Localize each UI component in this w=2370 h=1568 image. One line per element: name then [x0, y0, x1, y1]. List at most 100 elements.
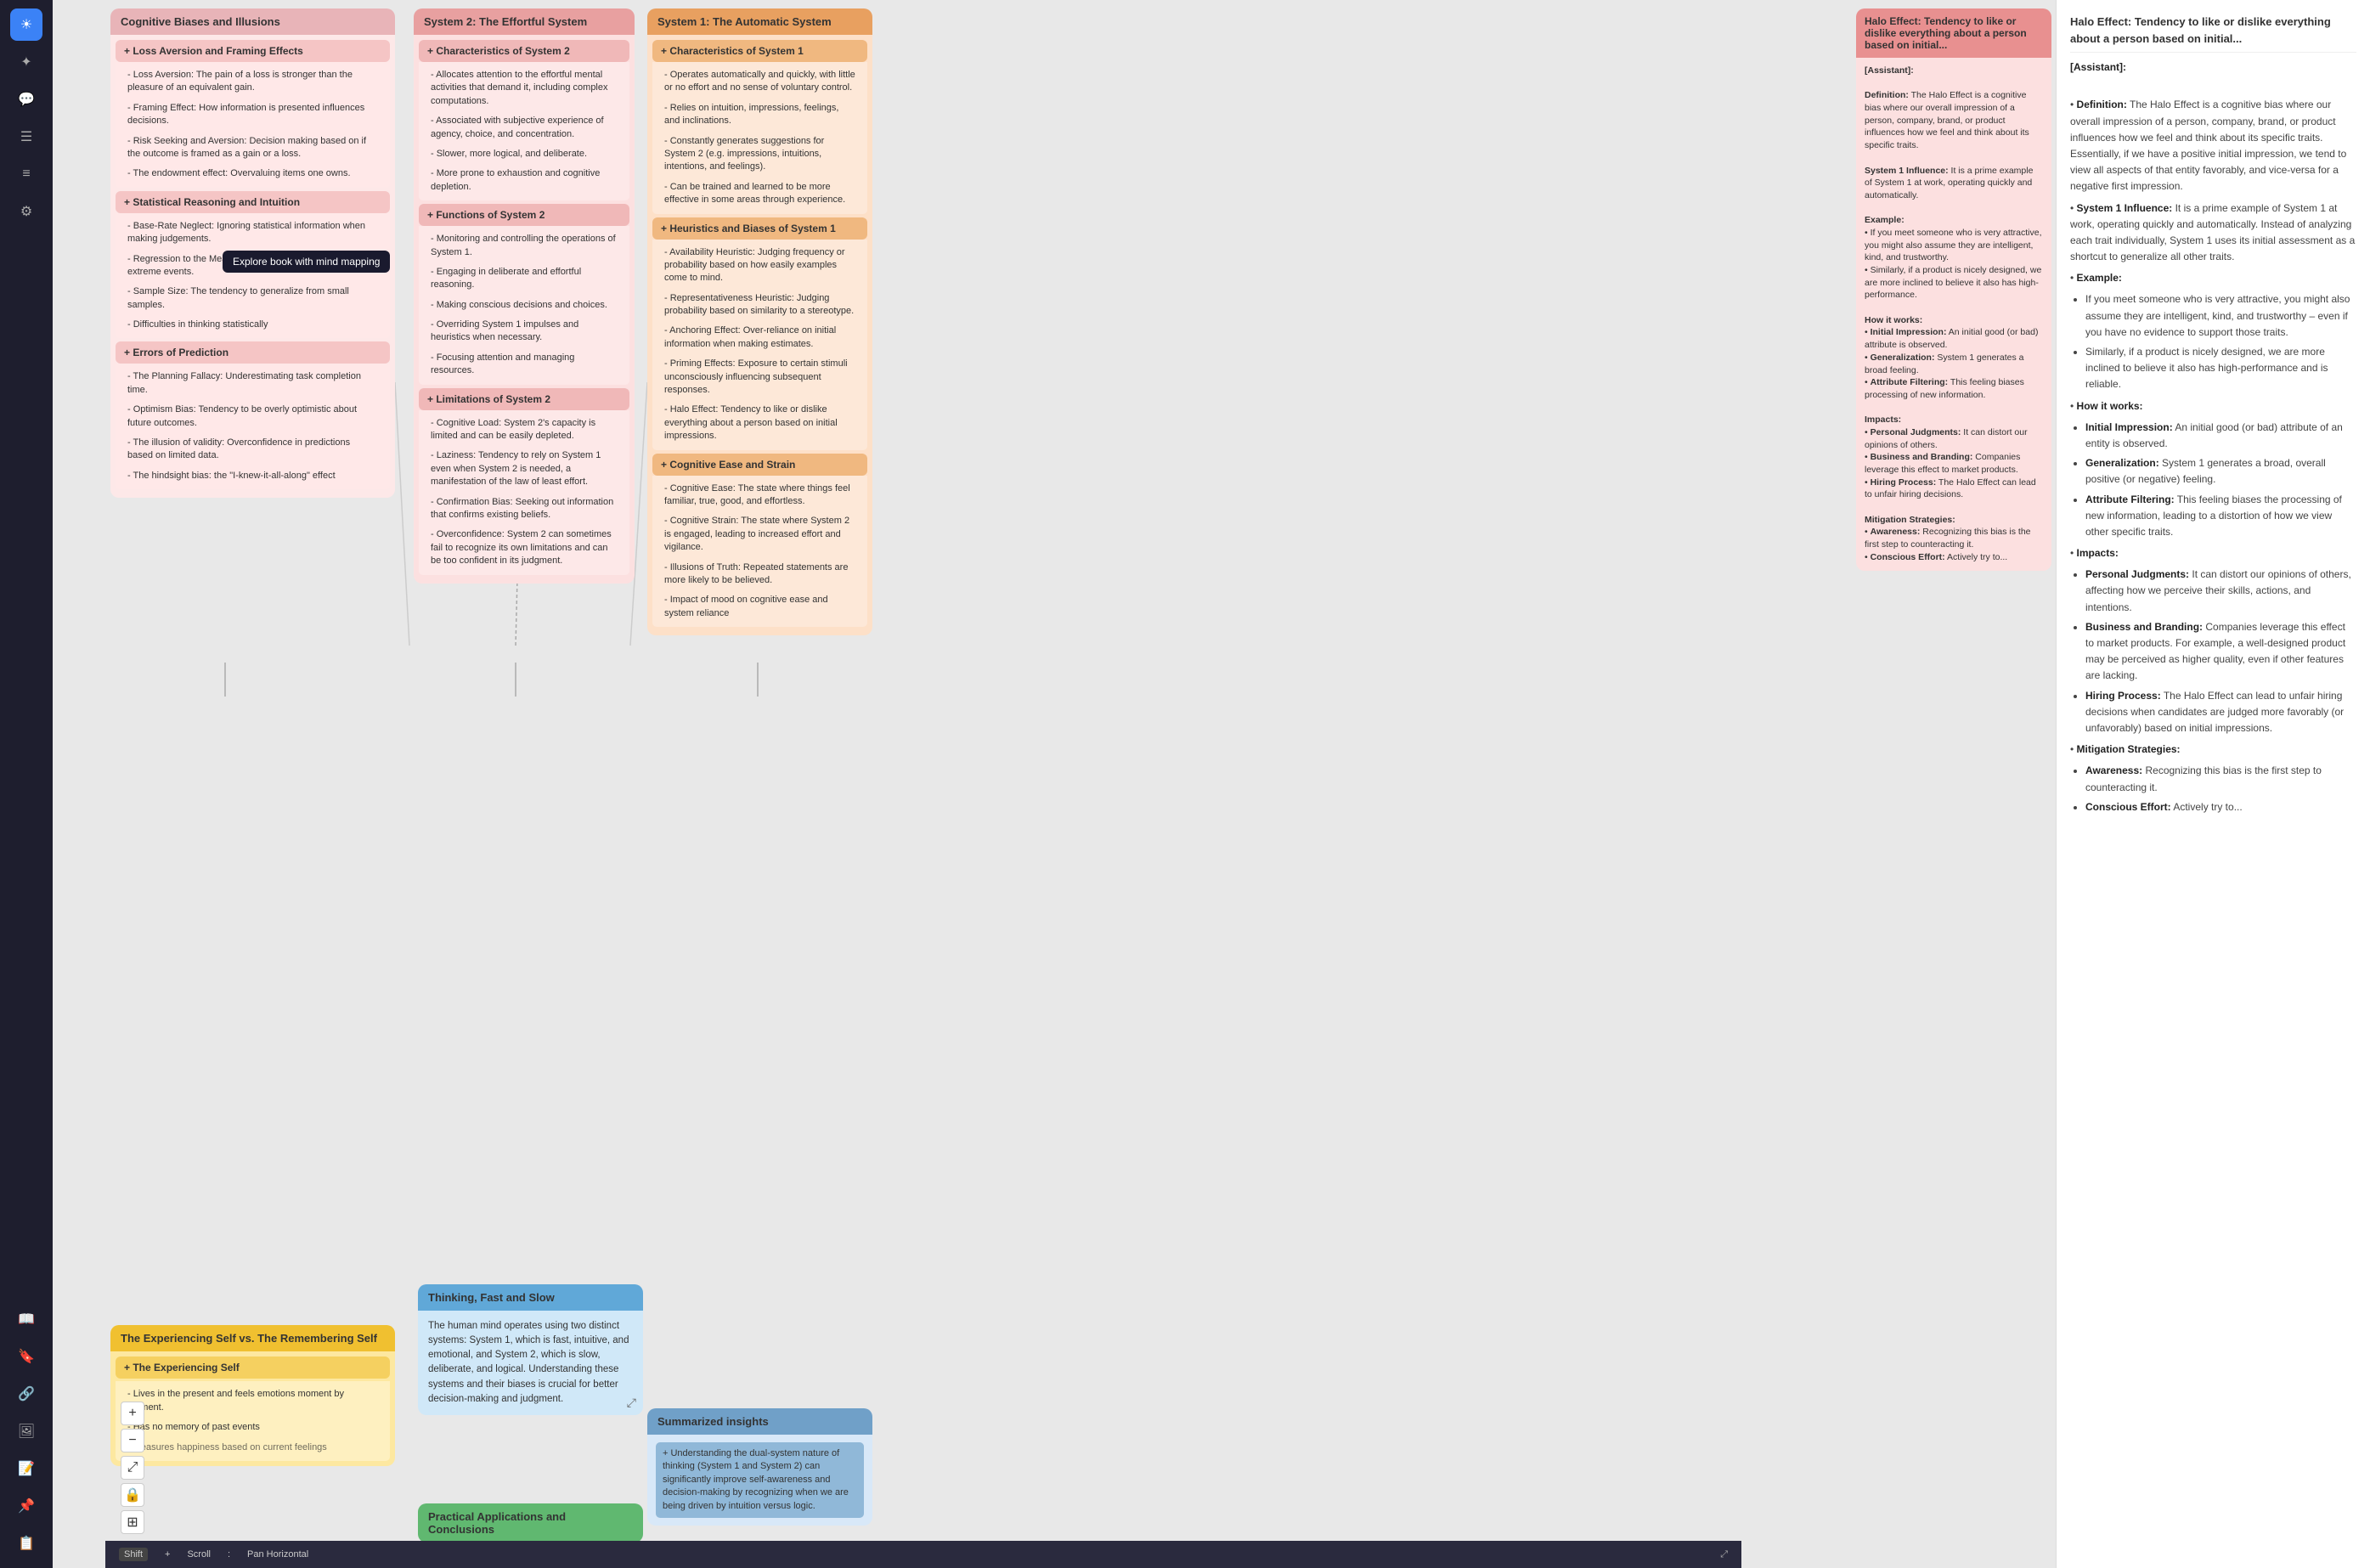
list-item: - Focusing attention and managing resour… [424, 348, 624, 381]
col3-section-3: + Cognitive Ease and Strain - Cognitive … [652, 454, 867, 628]
sidebar-icon-link[interactable]: 🔗 [10, 1378, 42, 1410]
list-item: - Slower, more logical, and deliberate. [424, 144, 624, 164]
tfs-header: Thinking, Fast and Slow [418, 1284, 643, 1311]
col2-header: System 2: The Effortful System [414, 8, 635, 35]
list-item: - Availability Heuristic: Judging freque… [657, 243, 862, 289]
list-item: - Making conscious decisions and choices… [424, 296, 624, 315]
insights-body: + Understanding the dual-system nature o… [647, 1435, 872, 1526]
col3-card: System 1: The Automatic System + Charact… [647, 8, 872, 635]
list-item: - Can be trained and learned to be more … [657, 178, 862, 211]
list-item: - The Planning Fallacy: Underestimating … [121, 367, 385, 400]
col3-section2-header[interactable]: + Heuristics and Biases of System 1 [652, 217, 867, 240]
right-panel: Halo Effect: Tendency to like or dislike… [2056, 0, 2370, 1568]
list-item: - Measures happiness based on current fe… [121, 1438, 385, 1458]
list-item: - Optimism Bias: Tendency to be overly o… [121, 400, 385, 433]
tfs-body: The human mind operates using two distin… [418, 1311, 643, 1416]
col2-section2-header[interactable]: + Functions of System 2 [419, 204, 629, 226]
halo-effect-card: Halo Effect: Tendency to like or dislike… [1856, 8, 2051, 571]
list-item: - Framing Effect: How information is pre… [121, 99, 385, 132]
sidebar-icon-book[interactable]: 📖 [10, 1303, 42, 1335]
experiencing-section-header[interactable]: + The Experiencing Self [116, 1356, 390, 1379]
list-item: - Halo Effect: Tendency to like or disli… [657, 400, 862, 446]
col3-body: + Characteristics of System 1 - Operates… [647, 35, 872, 635]
col1-section-3: + Errors of Prediction - The Planning Fa… [116, 341, 390, 489]
col3-section-2: + Heuristics and Biases of System 1 - Av… [652, 217, 867, 450]
list-item: - Loss Aversion: The pain of a loss is s… [121, 65, 385, 99]
right-panel-content: [Assistant]: • Definition: The Halo Effe… [2070, 59, 2356, 815]
list-item: - Associated with subjective experience … [424, 111, 624, 144]
list-item: - The hindsight bias: the "I-knew-it-all… [121, 466, 385, 486]
col2-card: System 2: The Effortful System + Charact… [414, 8, 635, 584]
col2-body: + Characteristics of System 2 - Allocate… [414, 35, 635, 584]
sidebar-icon-listalt[interactable]: 📋 [10, 1527, 42, 1560]
list-item: - Laziness: Tendency to rely on System 1… [424, 446, 624, 492]
list-item: - Relies on intuition, impressions, feel… [657, 99, 862, 132]
col2-section-1: + Characteristics of System 2 - Allocate… [419, 40, 629, 200]
col3-header: System 1: The Automatic System [647, 8, 872, 35]
list-item: - Has no memory of past events [121, 1418, 385, 1437]
zoom-controls: + − ⤢ 🔒 ⊞ [121, 1402, 144, 1534]
sidebar-icon-chat[interactable]: 💬 [10, 83, 42, 116]
col3-section1-items: - Operates automatically and quickly, wi… [652, 62, 867, 214]
experiencing-header: The Experiencing Self vs. The Rememberin… [110, 1325, 395, 1351]
halo-effect-header: Halo Effect: Tendency to like or dislike… [1856, 8, 2051, 58]
tooltip: Explore book with mind mapping [223, 251, 390, 273]
col3-section1-header[interactable]: + Characteristics of System 1 [652, 40, 867, 62]
list-item: - Engaging in deliberate and effortful r… [424, 262, 624, 296]
experiencing-body: + The Experiencing Self - Lives in the p… [110, 1351, 395, 1466]
hint-bar: Shift + Scroll : Pan Horizontal ⤢ [105, 1541, 1741, 1568]
expand-icon[interactable]: ⤢ [627, 1396, 636, 1410]
col1-section2-header[interactable]: + Statistical Reasoning and Intuition [116, 191, 390, 213]
list-item: - Cognitive Load: System 2's capacity is… [424, 414, 624, 447]
col3-section2-items: - Availability Heuristic: Judging freque… [652, 240, 867, 450]
canvas[interactable]: Cognitive Biases and Illusions + Loss Av… [53, 0, 2056, 1568]
sidebar-icon-bookmark[interactable]: 🔖 [10, 1340, 42, 1373]
practical-header: Practical Applications and Conclusions [418, 1503, 643, 1543]
experiencing-card: The Experiencing Self vs. The Rememberin… [110, 1325, 395, 1466]
sidebar-icon-list[interactable]: ☰ [10, 121, 42, 153]
list-item: - Cognitive Strain: The state where Syst… [657, 511, 862, 557]
col1-header: Cognitive Biases and Illusions [110, 8, 395, 35]
col3-section-1: + Characteristics of System 1 - Operates… [652, 40, 867, 214]
list-item: - Overconfidence: System 2 can sometimes… [424, 525, 624, 571]
col1-section1-header[interactable]: + Loss Aversion and Framing Effects [116, 40, 390, 62]
list-item: - Overriding System 1 impulses and heuri… [424, 315, 624, 348]
col2-section1-items: - Allocates attention to the effortful m… [419, 62, 629, 200]
sidebar-icon-settings[interactable]: ⚙ [10, 195, 42, 228]
list-item: - Representativeness Heuristic: Judging … [657, 289, 862, 322]
sidebar-icon-pin[interactable]: 📌 [10, 1490, 42, 1522]
zoom-in-button[interactable]: + [121, 1402, 144, 1425]
sidebar-icon-image[interactable]: 🖼 [10, 1415, 42, 1447]
col3-section3-items: - Cognitive Ease: The state where things… [652, 476, 867, 628]
list-item: - Sample Size: The tendency to generaliz… [121, 282, 385, 315]
list-item: - Impact of mood on cognitive ease and s… [657, 590, 862, 623]
col2-section1-header[interactable]: + Characteristics of System 2 [419, 40, 629, 62]
col3-section3-header[interactable]: + Cognitive Ease and Strain [652, 454, 867, 476]
list-item: - Risk Seeking and Aversion: Decision ma… [121, 132, 385, 165]
zoom-lock-button[interactable]: 🔒 [121, 1483, 144, 1507]
insights-header: Summarized insights [647, 1408, 872, 1435]
list-item: - Anchoring Effect: Over-reliance on ini… [657, 321, 862, 354]
zoom-fit-button[interactable]: ⤢ [121, 1456, 144, 1480]
col2-section3-header[interactable]: + Limitations of System 2 [419, 388, 629, 410]
list-item: - The illusion of validity: Overconfiden… [121, 433, 385, 466]
sidebar-icon-note[interactable]: 📝 [10, 1452, 42, 1485]
insights-item[interactable]: + Understanding the dual-system nature o… [656, 1442, 864, 1518]
halo-effect-body: [Assistant]: Definition: The Halo Effect… [1856, 58, 2051, 571]
col1-section2-items: - Base-Rate Neglect: Ignoring statistica… [116, 213, 390, 339]
list-item: - Cognitive Ease: The state where things… [657, 479, 862, 512]
expand-canvas-icon[interactable]: ⤢ [1720, 1549, 1728, 1560]
sidebar-icon-sun[interactable]: ☀ [10, 8, 42, 41]
list-item: - More prone to exhaustion and cognitive… [424, 164, 624, 197]
list-item: - Operates automatically and quickly, wi… [657, 65, 862, 99]
sidebar-icon-star[interactable]: ✦ [10, 46, 42, 78]
list-item: - Priming Effects: Exposure to certain s… [657, 354, 862, 400]
zoom-grid-button[interactable]: ⊞ [121, 1510, 144, 1534]
sidebar-icon-list2[interactable]: ≡ [10, 158, 42, 190]
list-item: - Allocates attention to the effortful m… [424, 65, 624, 111]
col1-section3-header[interactable]: + Errors of Prediction [116, 341, 390, 364]
col2-section-2: + Functions of System 2 - Monitoring and… [419, 204, 629, 385]
zoom-out-button[interactable]: − [121, 1429, 144, 1452]
col2-section3-items: - Cognitive Load: System 2's capacity is… [419, 410, 629, 575]
list-item: - Illusions of Truth: Repeated statement… [657, 558, 862, 591]
